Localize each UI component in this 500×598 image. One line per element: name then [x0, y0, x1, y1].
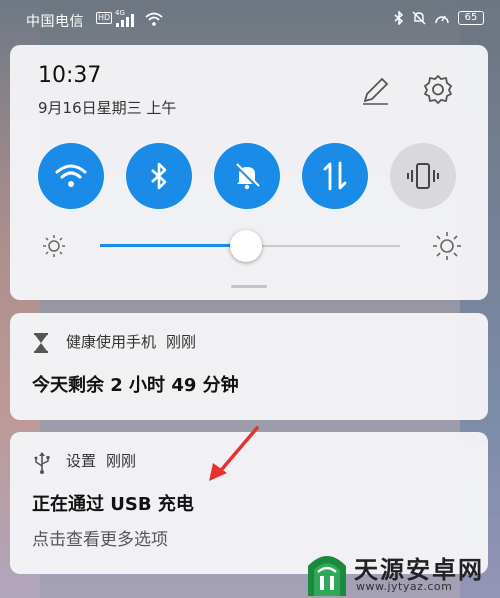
- usb-icon: [34, 452, 50, 474]
- mute-toggle[interactable]: [214, 143, 280, 209]
- quick-settings-panel: 10:37 9月16日星期三 上午: [10, 45, 488, 300]
- hourglass-icon: [34, 333, 48, 353]
- wifi-status-icon: [145, 12, 163, 26]
- vibrate-toggle[interactable]: [390, 143, 456, 209]
- notification-time: 刚刚: [106, 452, 137, 470]
- mute-status-icon: [412, 11, 426, 25]
- brightness-high-icon: [433, 232, 461, 260]
- site-watermark: 天源安卓网 www.jytyaz.com: [296, 548, 500, 598]
- android-logo-icon: [308, 556, 346, 596]
- edit-icon[interactable]: [360, 75, 390, 105]
- notification-subtitle: 点击查看更多选项: [32, 530, 168, 550]
- wifi-toggle[interactable]: [38, 143, 104, 209]
- bluetooth-icon: [151, 162, 167, 190]
- clock-date[interactable]: 9月16日星期三 上午: [38, 97, 176, 118]
- notification-app-name: 健康使用手机: [66, 333, 157, 351]
- battery-indicator: 65: [458, 11, 484, 25]
- brightness-low-icon: [43, 235, 65, 257]
- clock-time: 10:37: [38, 63, 102, 88]
- hd-badge: HD: [96, 12, 113, 24]
- signal-icon: [116, 14, 134, 27]
- carrier-name: 中国电信: [26, 14, 84, 30]
- data-arrows-icon: [323, 161, 347, 191]
- vibrate-icon: [407, 163, 439, 189]
- drag-handle[interactable]: [231, 285, 267, 288]
- notification-title: 今天剩余 2 小时 49 分钟: [32, 375, 239, 396]
- speedometer-icon: [435, 15, 449, 24]
- notification-time: 刚刚: [166, 333, 197, 351]
- bluetooth-toggle[interactable]: [126, 143, 192, 209]
- annotation-arrow: [209, 426, 259, 481]
- notification-title: 正在通过 USB 充电: [32, 494, 194, 515]
- notification-card[interactable]: 健康使用手机 刚刚 今天剩余 2 小时 49 分钟: [10, 313, 488, 420]
- brightness-fill: [100, 244, 248, 247]
- brightness-slider[interactable]: [38, 230, 462, 262]
- notification-app-name: 设置: [66, 452, 97, 470]
- mobile-data-toggle[interactable]: [302, 143, 368, 209]
- status-bar: 中国电信 HD 4G 65: [0, 0, 500, 40]
- watermark-url: www.jytyaz.com: [356, 580, 453, 593]
- bluetooth-status-icon: [394, 11, 404, 25]
- bell-off-icon: [234, 163, 260, 190]
- gear-icon[interactable]: [422, 73, 454, 105]
- wifi-icon: [55, 164, 87, 187]
- brightness-thumb[interactable]: [230, 230, 262, 262]
